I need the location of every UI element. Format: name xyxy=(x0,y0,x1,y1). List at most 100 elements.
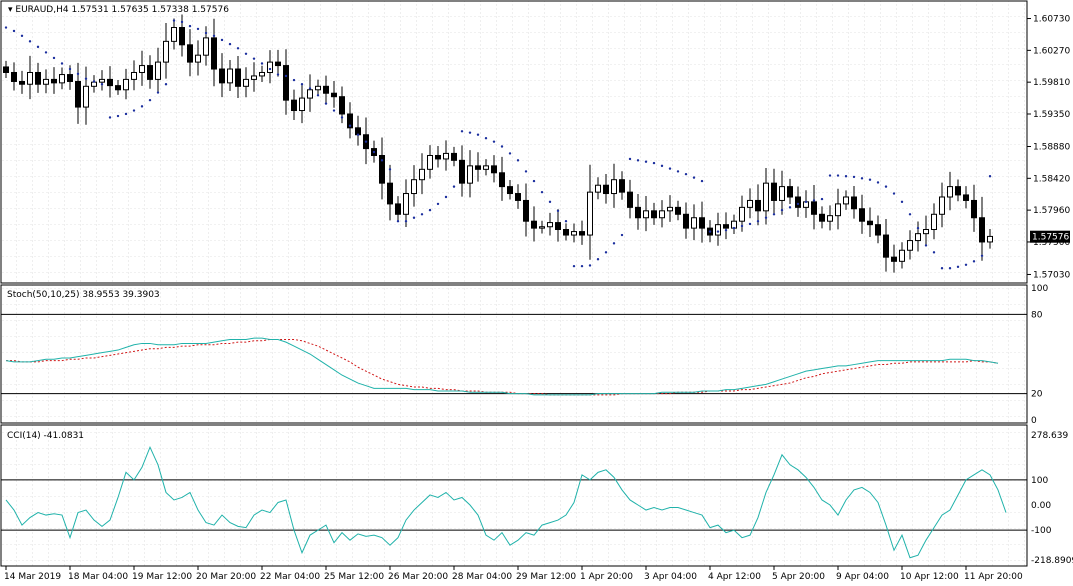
sar-dot xyxy=(924,244,928,247)
sar-dot xyxy=(732,226,736,230)
sar-dot xyxy=(900,200,904,204)
sar-dot xyxy=(796,202,800,206)
current-price-text: 1.57576 xyxy=(1032,233,1069,243)
sar-dot xyxy=(564,220,568,223)
sar-dot xyxy=(436,202,440,206)
price-tick-label: 1.60730 xyxy=(1033,15,1070,25)
time-tick-label: 9 Apr 04:00 xyxy=(836,572,889,582)
candle-body xyxy=(811,201,817,215)
candle-body xyxy=(11,71,17,82)
candle-body xyxy=(67,74,73,82)
candle-body xyxy=(979,217,985,243)
sar-dot xyxy=(524,170,528,173)
candle-body xyxy=(187,44,193,63)
candle-body xyxy=(771,182,777,201)
sar-dot xyxy=(860,177,864,180)
sar-dot xyxy=(628,157,632,161)
candle-body xyxy=(35,71,41,85)
candle-body xyxy=(851,196,857,210)
candle-body xyxy=(915,233,921,242)
time-tick-label: 20 Mar 20:00 xyxy=(196,572,256,582)
sar-dot xyxy=(116,114,120,118)
sar-dot xyxy=(804,200,808,204)
sar-dot xyxy=(180,20,184,24)
sar-dot xyxy=(492,140,496,143)
time-tick-label: 25 Mar 12:00 xyxy=(324,572,384,582)
candle-body xyxy=(19,80,25,85)
candle-body xyxy=(931,213,937,231)
sar-dot xyxy=(844,175,848,178)
stoch-panel[interactable]: Stoch(50,10,25) 38.9553 39.3903 xyxy=(0,284,1028,424)
sar-dot xyxy=(172,19,176,22)
sar-dot xyxy=(956,265,960,269)
candle-body xyxy=(83,85,89,108)
sar-dot xyxy=(212,34,216,38)
sar-dot xyxy=(892,192,896,195)
candle-body xyxy=(987,235,993,243)
cci-panel[interactable]: CCI(14) -41.0831 xyxy=(0,424,1028,567)
sar-dot xyxy=(516,159,520,162)
sar-dot xyxy=(380,159,384,162)
sar-dot xyxy=(596,258,600,261)
price-tick-label: 1.60270 xyxy=(1033,46,1070,56)
candle-body xyxy=(827,215,833,222)
candle-body xyxy=(723,224,729,229)
price-panel[interactable]: ▾ EURAUD,H4 1.57531 1.57635 1.57338 1.57… xyxy=(0,0,1028,284)
sar-dot xyxy=(460,130,464,133)
sar-dot xyxy=(700,179,704,183)
cci-scale-label: 100 xyxy=(1031,476,1048,486)
sar-dot xyxy=(660,164,664,168)
sar-dot xyxy=(652,161,656,165)
menu-arrow-icon: ▾ xyxy=(8,5,15,15)
candle-body xyxy=(475,165,481,170)
candle-body xyxy=(627,191,633,208)
sar-dot xyxy=(540,190,544,194)
sar-dot xyxy=(748,222,752,226)
sar-dot xyxy=(468,131,472,134)
sar-dot xyxy=(772,213,776,216)
time-tick-label: 26 Mar 20:00 xyxy=(388,572,448,582)
candle-body xyxy=(531,220,537,229)
candle-body xyxy=(275,61,281,67)
sar-dot xyxy=(148,98,152,102)
time-tick-label: 28 Mar 04:00 xyxy=(452,572,512,582)
candle-body xyxy=(555,222,561,231)
sar-dot xyxy=(764,216,768,219)
candle-body xyxy=(563,229,569,236)
sar-dot xyxy=(36,45,40,49)
candle-body xyxy=(483,165,489,170)
candle-body xyxy=(195,54,201,63)
candle-body xyxy=(611,179,617,195)
sar-dot xyxy=(828,174,832,177)
sar-dot xyxy=(476,133,480,136)
candle-body xyxy=(955,186,961,196)
sar-dot xyxy=(204,31,208,35)
sar-dot xyxy=(396,220,400,223)
sar-dot xyxy=(252,57,256,60)
time-axis[interactable]: 14 Mar 2019 18 Mar 04:00 19 Mar 12:00 20 Ma… xyxy=(4,566,1023,582)
candle-body xyxy=(395,203,401,215)
symbol-label: ▾ EURAUD,H4 1.57531 1.57635 1.57338 1.57… xyxy=(8,5,229,15)
candle-body xyxy=(875,224,881,236)
ohlc-text: 1.57531 1.57635 1.57338 1.57576 xyxy=(71,5,229,15)
time-tick-label: 10 Apr 12:00 xyxy=(900,572,959,582)
candle-body xyxy=(427,154,433,170)
candle-body xyxy=(659,210,665,219)
candle-body xyxy=(139,65,145,73)
sar-dot xyxy=(52,56,56,60)
candle-body xyxy=(971,199,977,219)
candle-body xyxy=(739,206,745,222)
sar-dot xyxy=(588,264,592,267)
sar-dot xyxy=(636,159,640,162)
candle-body xyxy=(579,231,585,236)
sar-dot xyxy=(124,112,128,116)
price-tick-label: 1.58420 xyxy=(1033,174,1070,184)
candle-body xyxy=(835,203,841,217)
candle-body xyxy=(755,199,761,212)
sar-dot xyxy=(228,42,232,46)
candle-body xyxy=(491,165,497,174)
stoch-scale-label: 100 xyxy=(1031,284,1048,294)
sar-dot xyxy=(236,47,240,50)
candle-body xyxy=(523,199,529,222)
trading-chart[interactable]: ▾ EURAUD,H4 1.57531 1.57635 1.57338 1.57… xyxy=(0,0,1073,586)
